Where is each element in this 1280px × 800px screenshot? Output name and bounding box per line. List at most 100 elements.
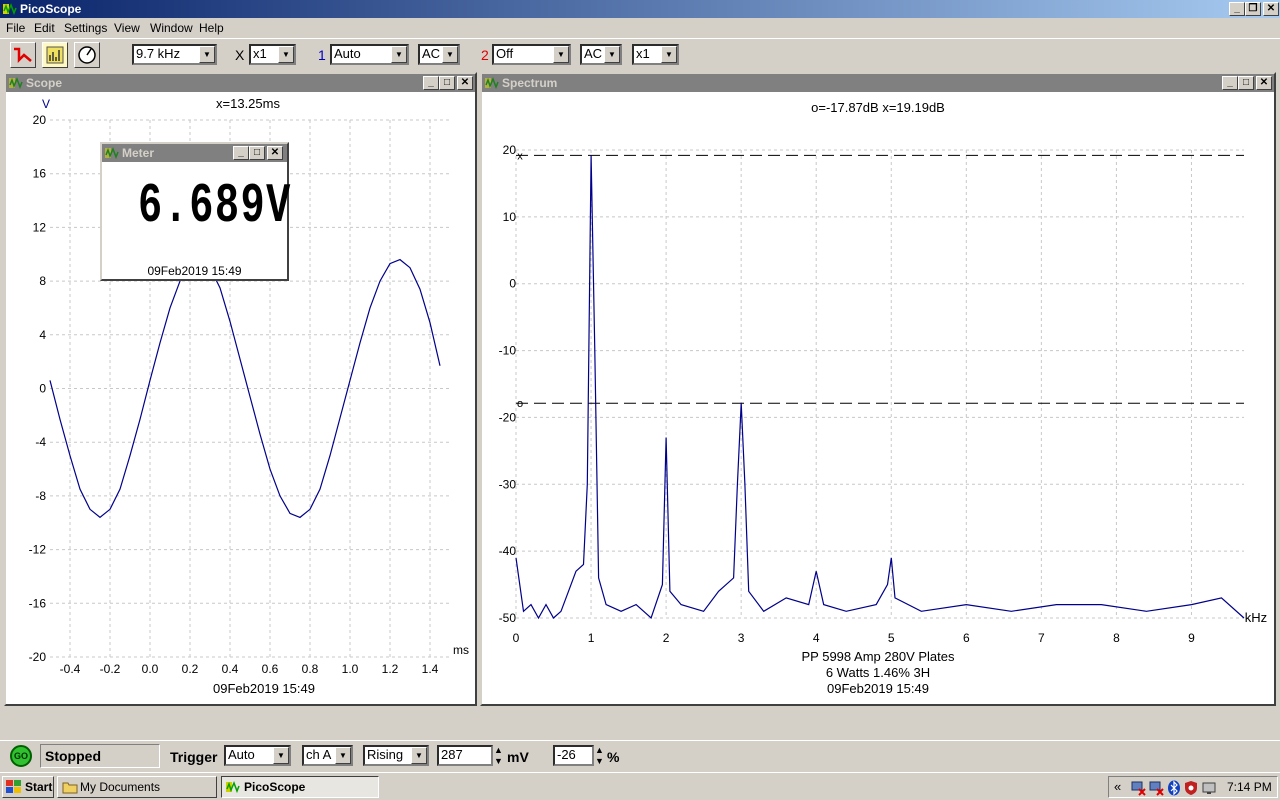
close-icon[interactable]: ✕ bbox=[267, 146, 283, 160]
chevron-down-icon[interactable]: ▼ bbox=[442, 46, 458, 63]
channel-b-range-value: Off bbox=[496, 46, 514, 61]
x-tick-label: 8 bbox=[1113, 631, 1120, 645]
level-spinner-icon[interactable]: ▲ ▼ bbox=[494, 745, 503, 767]
pretrigger-spinner-icon[interactable]: ▲ ▼ bbox=[595, 745, 604, 767]
security-shield-icon[interactable] bbox=[1184, 780, 1198, 796]
chevron-down-icon[interactable]: ▼ bbox=[411, 747, 427, 764]
network-icon[interactable] bbox=[1131, 780, 1147, 796]
channel-b-range-select[interactable]: Off ▼ bbox=[492, 44, 571, 65]
spectrum-window-titlebar[interactable]: Spectrum _ □ ✕ bbox=[482, 74, 1274, 92]
network-disconnected-icon[interactable] bbox=[1149, 780, 1165, 796]
taskbar: Start My Documents PicoScope « 7:14 PM bbox=[0, 772, 1280, 800]
chevron-down-icon[interactable]: ▼ bbox=[335, 747, 351, 764]
y-axis-unit: V bbox=[42, 97, 50, 111]
chevron-down-icon[interactable]: ▼ bbox=[391, 46, 407, 63]
menu-view[interactable]: View bbox=[114, 21, 140, 35]
x-tick-label: 1.0 bbox=[342, 662, 359, 676]
chevron-down-icon[interactable]: ▼ bbox=[553, 46, 569, 63]
tray-expand-icon[interactable]: « bbox=[1114, 779, 1121, 794]
system-tray: « 7:14 PM bbox=[1108, 776, 1278, 798]
chevron-down-icon[interactable]: ▼ bbox=[278, 46, 294, 63]
picoscope-icon bbox=[9, 76, 23, 90]
minimize-icon[interactable]: _ bbox=[1229, 2, 1245, 16]
x-multiplier-label: X bbox=[235, 47, 245, 63]
menu-edit[interactable]: Edit bbox=[34, 21, 55, 35]
cursor-marker: x bbox=[517, 150, 523, 162]
minimize-icon[interactable]: _ bbox=[423, 76, 439, 90]
spectrum-window: Spectrum _ □ ✕ o=-17.87dB x=19.19dB kHz … bbox=[480, 72, 1276, 706]
app-title: PicoScope bbox=[20, 2, 82, 16]
meter-window-titlebar[interactable]: Meter _ □ ✕ bbox=[102, 144, 287, 162]
y-tick-label: 4 bbox=[39, 328, 46, 342]
acquisition-state: Stopped bbox=[40, 744, 160, 768]
scope-mode-button[interactable] bbox=[10, 42, 36, 68]
picoscope-icon bbox=[485, 76, 499, 90]
channel-b-coupling-select[interactable]: AC ▼ bbox=[580, 44, 622, 65]
trigger-mode-select[interactable]: Auto ▼ bbox=[224, 745, 291, 766]
meter-dial-icon bbox=[78, 46, 96, 64]
chevron-down-icon[interactable]: ▼ bbox=[661, 46, 677, 63]
scope-window-title: Scope bbox=[26, 76, 63, 90]
channel-a-range-value: Auto bbox=[334, 46, 361, 61]
chevron-down-icon[interactable]: ▼ bbox=[604, 46, 620, 63]
trigger-channel-select[interactable]: ch A ▼ bbox=[302, 745, 353, 766]
close-icon[interactable]: ✕ bbox=[1263, 2, 1279, 16]
maximize-icon[interactable]: □ bbox=[1238, 76, 1254, 90]
taskbar-item-picoscope[interactable]: PicoScope bbox=[221, 776, 379, 798]
menu-settings[interactable]: Settings bbox=[64, 21, 107, 35]
meter-window-title: Meter bbox=[122, 146, 155, 160]
timebase-select[interactable]: 9.7 kHz ▼ bbox=[132, 44, 217, 65]
maximize-icon[interactable]: □ bbox=[249, 146, 265, 160]
minimize-icon[interactable]: _ bbox=[1222, 76, 1238, 90]
minimize-icon[interactable]: _ bbox=[233, 146, 249, 160]
spectrum-chart[interactable]: o=-17.87dB x=19.19dB kHz PP 5998 Amp 280… bbox=[482, 92, 1274, 704]
x-multiplier-value: x1 bbox=[253, 46, 267, 61]
x-multiplier-select[interactable]: x1 ▼ bbox=[249, 44, 296, 65]
status-bar: GO Stopped Trigger Auto ▼ ch A ▼ Rising … bbox=[0, 740, 1280, 772]
x-tick-label: 0 bbox=[513, 631, 520, 645]
restore-icon[interactable]: ❐ bbox=[1245, 2, 1261, 16]
timestamp: 09Feb2019 15:49 bbox=[827, 681, 929, 696]
y-tick-label: -20 bbox=[29, 650, 47, 664]
channel-b-multiplier-select[interactable]: x1 ▼ bbox=[632, 44, 679, 65]
maximize-icon[interactable]: □ bbox=[439, 76, 455, 90]
chevron-down-icon[interactable]: ▼ bbox=[199, 46, 215, 63]
scope-window-titlebar[interactable]: Scope _ □ ✕ bbox=[6, 74, 475, 92]
close-icon[interactable]: ✕ bbox=[457, 76, 473, 90]
channel-a-coupling-select[interactable]: AC ▼ bbox=[418, 44, 460, 65]
start-button[interactable]: Start bbox=[2, 776, 54, 798]
y-tick-label: -50 bbox=[499, 611, 517, 625]
picoscope-icon bbox=[226, 780, 240, 794]
menu-file[interactable]: File bbox=[6, 21, 25, 35]
bluetooth-icon[interactable] bbox=[1167, 780, 1181, 796]
menu-help[interactable]: Help bbox=[199, 21, 224, 35]
channel-a-range-select[interactable]: Auto ▼ bbox=[330, 44, 409, 65]
channel-a-coupling-value: AC bbox=[422, 46, 441, 61]
y-tick-label: -30 bbox=[499, 477, 517, 491]
meter-mode-button[interactable] bbox=[74, 42, 100, 68]
x-tick-label: -0.4 bbox=[60, 662, 81, 676]
go-button[interactable]: GO bbox=[10, 745, 32, 767]
x-tick-label: 4 bbox=[813, 631, 820, 645]
chevron-down-icon[interactable]: ▼ bbox=[273, 747, 289, 764]
pretrigger-input[interactable]: -26 bbox=[553, 745, 594, 766]
display-icon[interactable] bbox=[1201, 780, 1217, 796]
x-tick-label: 9 bbox=[1188, 631, 1195, 645]
x-tick-label: 0.0 bbox=[142, 662, 159, 676]
taskbar-item-my-documents[interactable]: My Documents bbox=[57, 776, 217, 798]
close-icon[interactable]: ✕ bbox=[1256, 76, 1272, 90]
menu-bar: File Edit Settings View Window Help bbox=[0, 18, 1280, 38]
timestamp: 09Feb2019 15:49 bbox=[147, 264, 242, 278]
spectrum-mode-button[interactable] bbox=[42, 42, 68, 68]
picoscope-icon bbox=[3, 2, 17, 16]
menu-window[interactable]: Window bbox=[150, 21, 193, 35]
level-unit: mV bbox=[507, 749, 529, 765]
x-tick-label: 1.4 bbox=[422, 662, 439, 676]
trigger-edge-select[interactable]: Rising ▼ bbox=[363, 745, 429, 766]
y-tick-label: 20 bbox=[33, 113, 47, 127]
trigger-level-input[interactable]: 287 bbox=[437, 745, 493, 766]
meter-window: Meter _ □ ✕ 6.689V 09Feb2019 15:49 bbox=[100, 142, 290, 281]
channel-b-multiplier-value: x1 bbox=[636, 46, 650, 61]
y-tick-label: 8 bbox=[39, 274, 46, 288]
x-tick-label: 5 bbox=[888, 631, 895, 645]
